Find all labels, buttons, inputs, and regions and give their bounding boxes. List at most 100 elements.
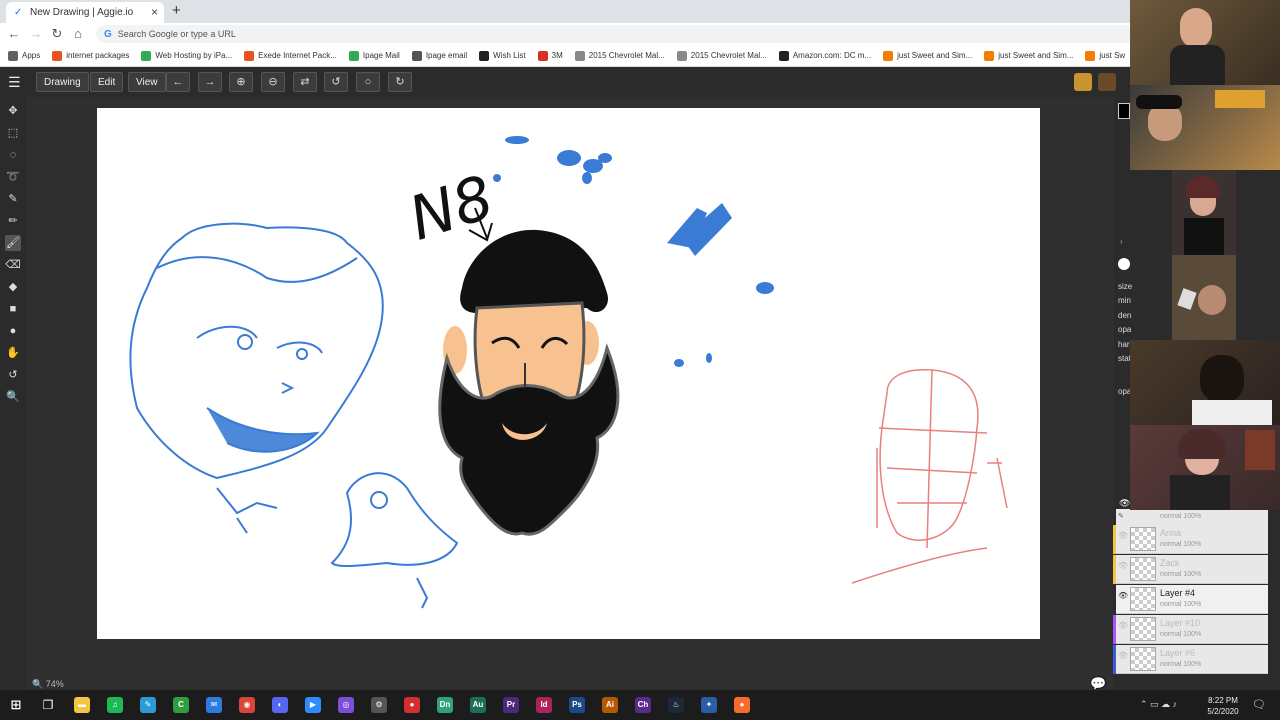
fill-bucket-icon[interactable]: ◆ xyxy=(5,279,21,295)
bookmark-icon xyxy=(348,50,359,61)
file-explorer-icon[interactable]: ▬ xyxy=(74,697,90,713)
layer-name: Zack xyxy=(1160,558,1180,568)
rectangle-icon[interactable]: ■ xyxy=(5,301,21,317)
layer-row[interactable]: 👁 Zack normal 100% xyxy=(1113,555,1268,584)
rotate-left-icon[interactable]: ↺ xyxy=(324,72,348,92)
spotify-icon[interactable]: ♫ xyxy=(107,697,123,713)
bookmark-item[interactable]: Exede Internet Pack... xyxy=(244,50,337,61)
bookmark-item[interactable]: just Sweet and Sim... xyxy=(984,50,1073,61)
steam-icon[interactable]: ♨ xyxy=(668,697,684,713)
bookmark-item[interactable]: 2015 Chevrolet Mal... xyxy=(574,50,665,61)
clock[interactable]: 8:22 PM 5/2/2020 xyxy=(1200,695,1246,717)
bookmark-item[interactable]: just Sw xyxy=(1085,50,1125,61)
menu-drawing[interactable]: Drawing xyxy=(36,72,89,92)
audition-icon[interactable]: Au xyxy=(470,697,486,713)
bookmark-item[interactable]: Apps xyxy=(8,50,40,61)
ccleaner-icon[interactable]: C xyxy=(173,697,189,713)
magnifier-icon[interactable]: 🔍 xyxy=(5,389,21,405)
menu-edit[interactable]: Edit xyxy=(90,72,124,92)
recorder-icon[interactable]: ● xyxy=(404,697,420,713)
bookmark-item[interactable]: just Sweet and Sim... xyxy=(883,50,972,61)
bookmark-item[interactable]: Ipage Mail xyxy=(348,50,400,61)
dimension-icon[interactable]: Dn xyxy=(437,697,453,713)
home-icon[interactable]: ⌂ xyxy=(70,26,86,41)
hand-icon[interactable]: ✋ xyxy=(5,345,21,361)
layer-row[interactable]: 👁 Layer #6 normal 100% xyxy=(1113,645,1268,674)
indesign-icon[interactable]: Id xyxy=(536,697,552,713)
user-avatar[interactable] xyxy=(1074,73,1092,91)
zoom-in-icon[interactable]: ⊕ xyxy=(229,72,253,92)
premiere-icon[interactable]: Pr xyxy=(503,697,519,713)
move-tool-icon[interactable]: ✥ xyxy=(5,103,21,119)
close-tab-icon[interactable]: × xyxy=(151,5,158,19)
primary-color-swatch[interactable] xyxy=(1118,103,1130,119)
browser-tab[interactable]: ✓ New Drawing | Aggie.io × xyxy=(6,2,164,23)
layer-row[interactable]: 👁 Layer #10 normal 100% xyxy=(1113,615,1268,644)
bookmark-item[interactable]: Ipage email xyxy=(411,50,467,61)
chat-icon[interactable]: 💬 xyxy=(1090,676,1106,691)
notifications-icon[interactable]: 🗨 xyxy=(1252,698,1266,711)
rotate-view-icon[interactable]: ↺ xyxy=(5,367,21,383)
layer-mode: normal 100% xyxy=(1160,661,1202,668)
mail-icon[interactable]: ✉ xyxy=(206,697,222,713)
lasso-icon[interactable]: ➰ xyxy=(5,169,21,185)
chrome-icon[interactable]: ◉ xyxy=(239,697,255,713)
reload-icon[interactable]: ↻ xyxy=(49,26,65,42)
app-toolbar: ☰ Drawing Edit View ← → ⊕ ⊖ ⇄ ↺ ○ ↻ xyxy=(0,67,1130,97)
forward-icon[interactable]: → xyxy=(28,26,44,41)
eye-icon[interactable]: 👁 xyxy=(1118,561,1128,570)
layer-row[interactable]: 👁 Anna normal 100% xyxy=(1113,525,1268,554)
rotate-right-icon[interactable]: ↻ xyxy=(388,72,412,92)
layer-row[interactable]: 👁 Layer #4 normal 100% xyxy=(1113,585,1268,614)
omnibox[interactable]: G Search Google or type a URL xyxy=(96,25,1136,43)
bookmark-item[interactable]: internet packages xyxy=(52,50,129,61)
eye-icon[interactable]: 👁 xyxy=(1118,621,1128,630)
rect-select-icon[interactable]: ⬚ xyxy=(5,125,21,141)
bookmark-item[interactable]: Amazon.com: DC m... xyxy=(778,50,871,61)
undo-arrow-icon[interactable]: ← xyxy=(166,72,190,92)
illustrator-icon[interactable]: Ai xyxy=(602,697,618,713)
eye-icon[interactable]: 👁 xyxy=(1119,498,1130,509)
layer-row-top[interactable]: ✎ normal 100% xyxy=(1116,509,1268,525)
bearded-character xyxy=(438,229,620,536)
character-icon[interactable]: Ch xyxy=(635,697,651,713)
redo-arrow-icon[interactable]: → xyxy=(198,72,222,92)
system-tray-icons[interactable]: ⌃ ▭ ☁ ♪ xyxy=(1140,699,1177,710)
bookmark-item[interactable]: Web Hosting by iPa... xyxy=(141,50,232,61)
reset-rotation-icon[interactable]: ○ xyxy=(356,72,380,92)
windows-start-icon[interactable]: ⊞ xyxy=(8,697,24,713)
task-view-icon[interactable]: ❐ xyxy=(40,697,56,713)
app-icon[interactable]: ✎ xyxy=(140,697,156,713)
hamburger-menu-icon[interactable]: ☰ xyxy=(8,75,21,89)
bookmark-item[interactable]: 3M xyxy=(537,50,563,61)
background-sign xyxy=(1215,90,1265,108)
bookmark-item[interactable]: Wish List xyxy=(479,50,526,61)
new-tab-button[interactable]: + xyxy=(172,2,181,19)
origin-icon[interactable]: ● xyxy=(734,697,750,713)
eye-icon[interactable]: 👁 xyxy=(1118,591,1128,600)
obs-icon[interactable]: ◎ xyxy=(338,697,354,713)
eyedropper-icon[interactable]: ✎ xyxy=(5,191,21,207)
bookmark-icon xyxy=(984,50,995,61)
photoshop-icon[interactable]: Ps xyxy=(569,697,585,713)
discord-icon[interactable]: ◐ xyxy=(272,697,288,713)
zoom-indicator[interactable]: 🔍 74% xyxy=(32,679,64,690)
flip-icon[interactable]: ⇄ xyxy=(293,72,317,92)
zoom-out-icon[interactable]: ⊖ xyxy=(261,72,285,92)
eye-icon[interactable]: 👁 xyxy=(1118,651,1128,660)
circle-icon[interactable]: ● xyxy=(5,323,21,339)
zoom-icon[interactable]: ▶ xyxy=(305,697,321,713)
eye-icon[interactable]: 👁 xyxy=(1118,531,1128,540)
bookmark-item[interactable]: 2015 Chevrolet Mal... xyxy=(676,50,767,61)
ellipse-select-icon[interactable]: ◌ xyxy=(5,147,21,163)
settings-icon[interactable]: ⚙ xyxy=(371,697,387,713)
menu-view[interactable]: View xyxy=(128,72,166,92)
chevron-right-icon[interactable]: › xyxy=(1120,237,1123,246)
brush-icon[interactable]: 🖌 xyxy=(5,235,21,251)
app-icon[interactable]: ✦ xyxy=(701,697,717,713)
pencil-icon[interactable]: ✏ xyxy=(5,213,21,229)
back-icon[interactable]: ← xyxy=(6,26,22,41)
drawing-canvas[interactable]: N8 xyxy=(97,108,1040,639)
eraser-icon[interactable]: ⌫ xyxy=(5,257,21,273)
user-avatar[interactable] xyxy=(1098,73,1116,91)
